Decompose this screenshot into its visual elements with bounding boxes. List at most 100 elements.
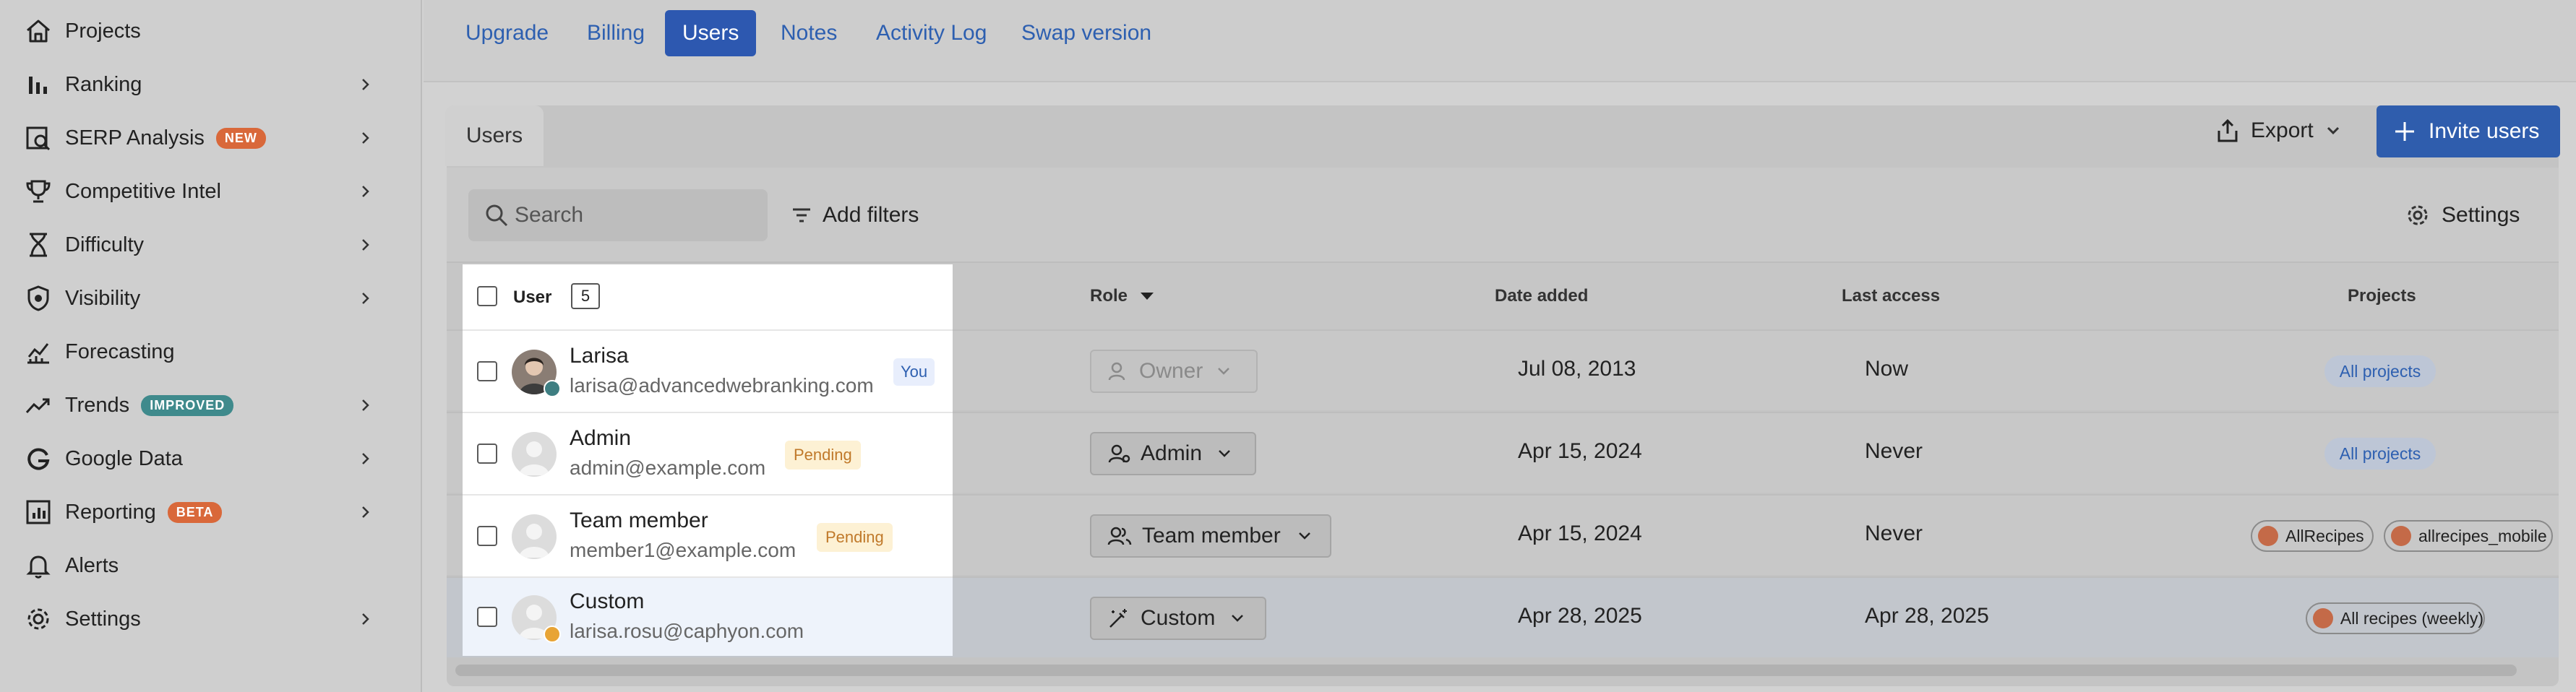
chevron-right-icon — [362, 613, 369, 625]
user-cell[interactable]: Custom larisa.rosu@caphyon.com — [463, 576, 953, 656]
serp-search-icon — [26, 126, 51, 151]
beta-badge: BETA — [167, 501, 223, 523]
project-name: AllRecipes — [2285, 526, 2364, 545]
pending-badge: Pending — [817, 523, 893, 552]
sidebar-item-competitive-intel[interactable]: Competitive Intel — [0, 170, 422, 213]
table-settings-button[interactable]: Settings — [2405, 199, 2520, 231]
project-name: All recipes (weekly) — [2340, 608, 2483, 628]
chevron-down-icon — [1232, 615, 1244, 622]
sidebar-item-alerts[interactable]: Alerts — [0, 544, 422, 587]
project-logo-icon — [2391, 526, 2411, 546]
date-added: Jul 08, 2013 — [1518, 357, 1636, 381]
user-column-header[interactable]: User — [513, 287, 551, 308]
project-pill[interactable]: All projects — [2324, 355, 2436, 387]
tab-swap-version[interactable]: Swap version — [1004, 10, 1169, 56]
sidebar-item-label: Google Data — [65, 446, 183, 470]
avatar — [512, 432, 557, 477]
search-input[interactable]: Search — [468, 189, 768, 241]
trend-arrow-icon — [25, 398, 50, 414]
settings-label: Settings — [2442, 203, 2520, 227]
project-pill[interactable]: allrecipes_mobile — [2384, 520, 2553, 552]
home-icon — [27, 20, 50, 43]
select-all-checkbox[interactable] — [477, 286, 497, 306]
chevron-right-icon — [362, 453, 369, 464]
chevron-down-icon — [1219, 450, 1230, 457]
chevron-right-icon — [362, 399, 369, 411]
trophy-icon — [26, 180, 51, 203]
sidebar-item-reporting[interactable]: Reporting BETA — [0, 490, 422, 534]
user-gear-icon — [1108, 444, 1130, 463]
user-email: member1@example.com — [570, 539, 797, 561]
sidebar-item-settings[interactable]: Settings — [0, 597, 422, 641]
card-tab-users[interactable]: Users — [445, 105, 544, 166]
role-select-admin[interactable]: Admin — [1090, 432, 1256, 475]
tab-users[interactable]: Users — [665, 10, 757, 56]
date-added: Apr 28, 2025 — [1518, 604, 1642, 628]
user-email: larisa.rosu@caphyon.com — [570, 620, 804, 642]
user-cell[interactable]: Team member member1@example.com Pending — [463, 494, 953, 578]
sidebar-item-projects[interactable]: Projects — [0, 9, 422, 53]
tab-notes[interactable]: Notes — [763, 10, 854, 56]
sidebar-item-label: Difficulty — [65, 233, 145, 256]
role-select-custom[interactable]: Custom — [1090, 597, 1266, 640]
project-pill[interactable]: All projects — [2324, 438, 2436, 470]
sidebar-item-label: Alerts — [65, 553, 119, 577]
user-email: admin@example.com — [570, 457, 766, 479]
user-cell[interactable]: Admin admin@example.com Pending — [463, 412, 953, 496]
role-label: Owner — [1139, 359, 1203, 383]
role-label: Custom — [1141, 606, 1216, 630]
row-checkbox[interactable] — [477, 526, 497, 546]
row-checkbox[interactable] — [477, 607, 497, 627]
tab-upgrade[interactable]: Upgrade — [448, 10, 566, 56]
sidebar-item-serp-analysis[interactable]: SERP Analysis NEW — [0, 116, 422, 160]
project-logo-icon — [2258, 526, 2278, 546]
sidebar-item-forecasting[interactable]: Forecasting — [0, 330, 422, 373]
filter-icon — [793, 208, 810, 222]
forecast-chart-icon — [27, 343, 49, 364]
sidebar-item-difficulty[interactable]: Difficulty — [0, 223, 422, 267]
last-access: Apr 28, 2025 — [1865, 604, 1989, 628]
projects-column-header[interactable]: Projects — [2348, 286, 2416, 306]
add-filters-button[interactable]: Add filters — [791, 199, 919, 231]
invite-users-button[interactable]: Invite users — [2377, 105, 2560, 157]
chevron-down-icon — [2327, 126, 2339, 135]
tab-billing[interactable]: Billing — [570, 10, 662, 56]
role-select-team-member[interactable]: Team member — [1090, 514, 1331, 558]
tab-activity-log[interactable]: Activity Log — [859, 10, 1004, 56]
sidebar-item-ranking[interactable]: Ranking — [0, 63, 422, 106]
sidebar-item-label: Reporting — [65, 500, 156, 524]
sidebar-item-label: Ranking — [65, 72, 142, 96]
role-label: Team member — [1142, 524, 1281, 548]
chevron-right-icon — [362, 132, 369, 144]
row-checkbox[interactable] — [477, 361, 497, 381]
user-name: Admin — [570, 426, 632, 450]
user-column-highlight: User 5 Larisa larisa@advancedwebranking.… — [463, 264, 953, 656]
hourglass-icon — [30, 233, 47, 257]
project-pill[interactable]: AllRecipes — [2251, 520, 2374, 552]
default-avatar-icon — [519, 524, 549, 558]
last-access-column-header[interactable]: Last access — [1842, 286, 1940, 306]
last-access: Now — [1865, 357, 1909, 381]
project-pill[interactable]: All recipes (weekly) — [2306, 602, 2485, 634]
horizontal-scrollbar[interactable] — [455, 665, 2517, 676]
role-column-header[interactable]: Role — [1090, 286, 1155, 306]
sidebar-item-google-data[interactable]: Google Data — [0, 437, 422, 480]
user-count-badge: 5 — [571, 283, 600, 309]
sidebar-item-visibility[interactable]: Visibility — [0, 277, 422, 320]
bar-chart-icon — [29, 77, 47, 94]
sidebar: Projects Ranking SERP Analysis NEW Compet… — [0, 0, 422, 692]
user-cell[interactable]: Larisa larisa@advancedwebranking.com You — [463, 329, 953, 413]
row-checkbox[interactable] — [477, 444, 497, 464]
sidebar-item-trends[interactable]: Trends IMPROVED — [0, 384, 422, 427]
user-email: larisa@advancedwebranking.com — [570, 374, 874, 397]
report-icon — [26, 500, 51, 524]
sidebar-item-label: Forecasting — [65, 339, 175, 363]
improved-badge: IMPROVED — [141, 394, 234, 416]
date-added-column-header[interactable]: Date added — [1495, 286, 1588, 306]
user-icon — [1108, 362, 1125, 381]
export-button[interactable]: Export — [2215, 114, 2341, 147]
sidebar-item-label: SERP Analysis — [65, 126, 205, 150]
role-select-owner: Owner — [1090, 350, 1258, 393]
user-name: Custom — [570, 589, 645, 613]
sidebar-item-label: Settings — [65, 607, 141, 631]
